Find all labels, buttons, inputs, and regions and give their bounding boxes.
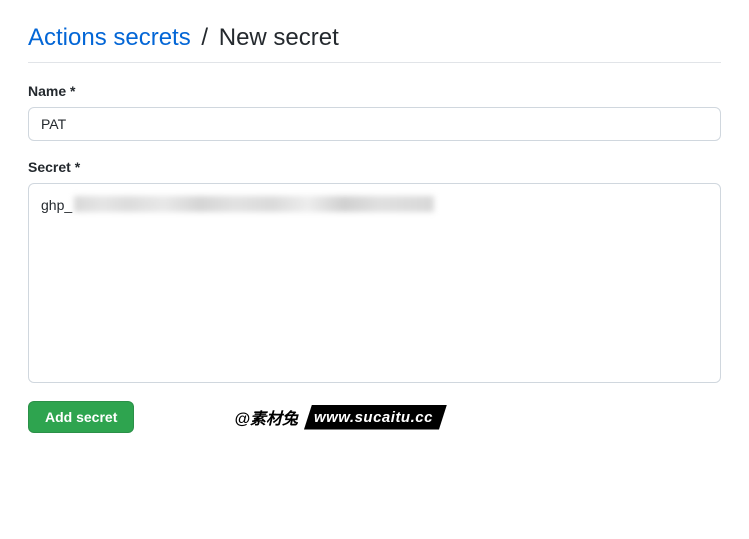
breadcrumb-current: New secret xyxy=(219,24,339,51)
watermark-url: www.sucaitu.cc xyxy=(304,405,447,430)
name-label: Name * xyxy=(28,83,721,99)
secret-value-redacted xyxy=(74,196,434,212)
watermark-handle: @素材兔 xyxy=(234,405,304,429)
name-input[interactable] xyxy=(28,107,721,141)
breadcrumb-separator: / xyxy=(197,24,212,51)
secret-field-group: Secret * ghp_ xyxy=(28,159,721,383)
secret-label: Secret * xyxy=(28,159,721,175)
page-title: Actions secrets / New secret xyxy=(28,24,721,63)
footer-row: Add secret @素材兔 www.sucaitu.cc xyxy=(28,401,721,433)
breadcrumb-link[interactable]: Actions secrets xyxy=(28,24,191,51)
name-field-group: Name * xyxy=(28,83,721,141)
secret-textarea[interactable]: ghp_ xyxy=(28,183,721,383)
secret-content: ghp_ xyxy=(41,194,708,215)
secret-value-prefix: ghp_ xyxy=(41,194,72,215)
watermark: @素材兔 www.sucaitu.cc xyxy=(234,405,447,430)
add-secret-button[interactable]: Add secret xyxy=(28,401,134,433)
